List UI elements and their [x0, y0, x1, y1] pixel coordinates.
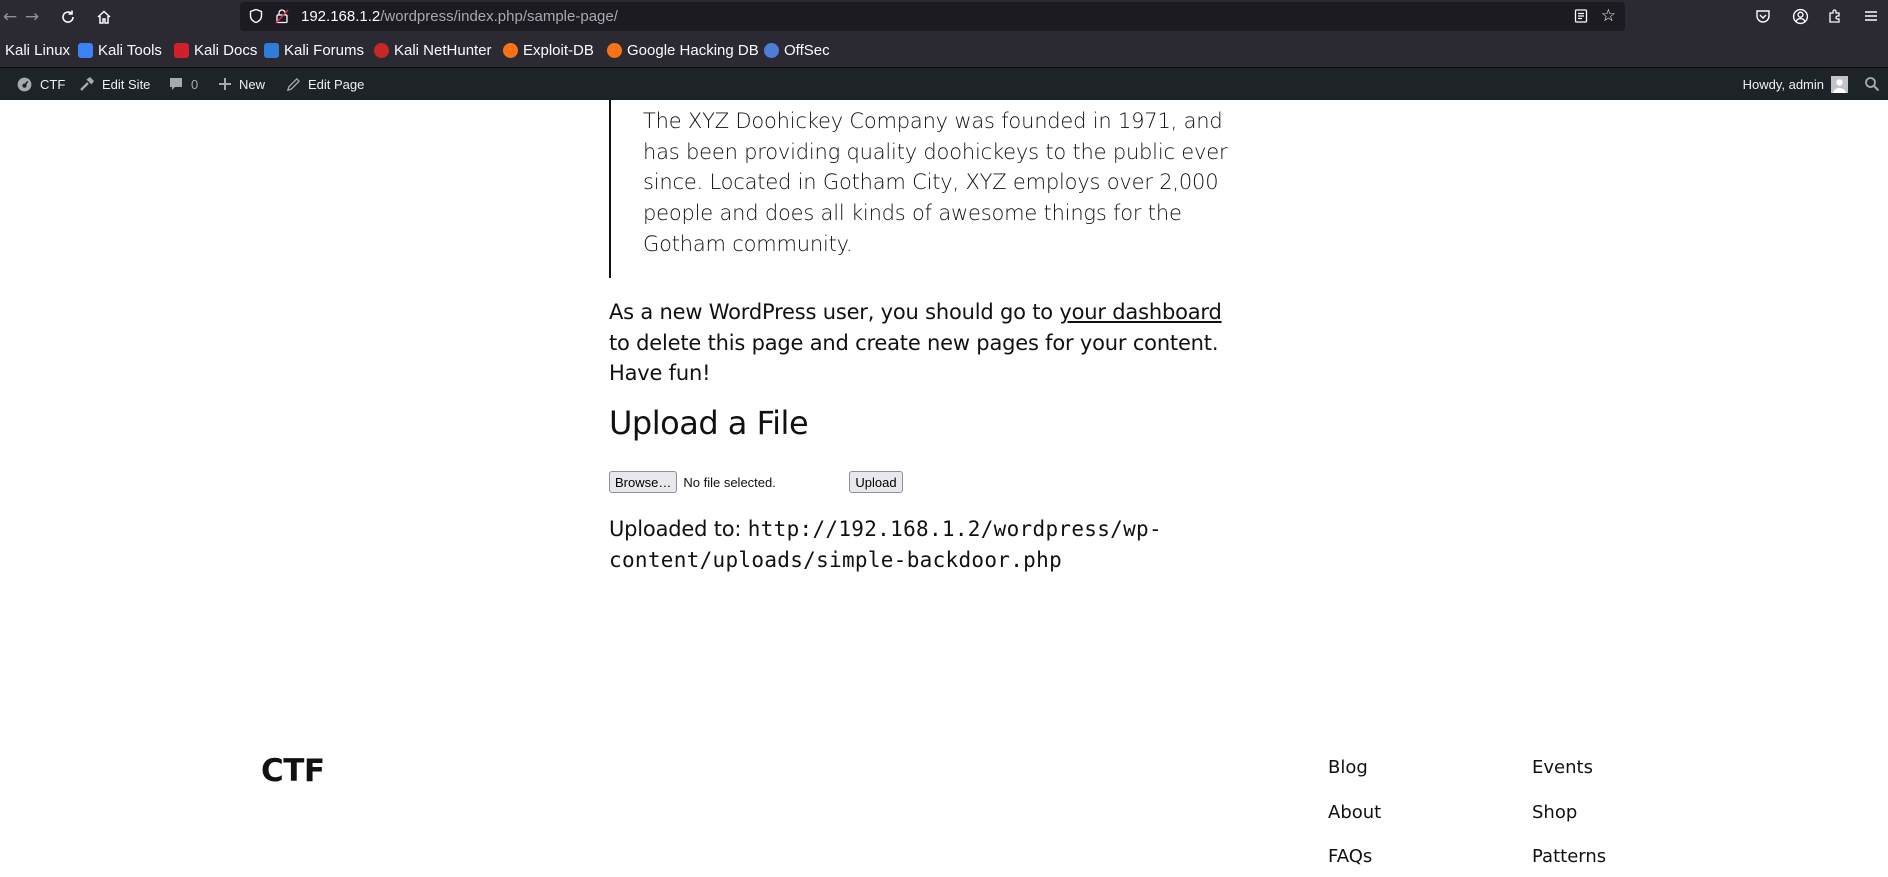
bookmark-label: Kali Forums	[284, 42, 365, 59]
hamburger-menu-icon[interactable]	[1860, 5, 1882, 27]
extensions-icon[interactable]	[1824, 5, 1846, 27]
bookmark-star-icon[interactable]: ☆	[1601, 6, 1616, 26]
reload-icon[interactable]	[54, 3, 82, 31]
bookmark-label: Exploit-DB	[523, 42, 594, 59]
bookmark-kali-forums[interactable]: Kali Forums	[264, 42, 364, 59]
footer-link-about[interactable]: About	[1328, 802, 1381, 823]
comment-bubble-icon	[168, 76, 184, 92]
footer-link-blog[interactable]: Blog	[1328, 757, 1368, 778]
insecure-lock-icon[interactable]	[274, 8, 290, 28]
browse-button[interactable]: Browse…	[609, 471, 678, 493]
new-label: New	[239, 76, 266, 92]
home-icon[interactable]	[90, 3, 118, 31]
footer-link-shop[interactable]: Shop	[1532, 802, 1577, 823]
browser-toolbar: ← → 192.168.1.2/wordpress/index.php/samp…	[0, 0, 1888, 33]
url-text[interactable]: 192.168.1.2/wordpress/index.php/sample-p…	[301, 8, 618, 25]
comments-count: 0	[191, 76, 199, 92]
kali-nethunter-icon	[374, 43, 389, 58]
bookmark-label: Kali Linux	[5, 42, 71, 59]
url-host: 192.168.1.2	[301, 8, 381, 25]
bookmark-exploit-db[interactable]: Exploit-DB	[503, 42, 594, 59]
tracking-shield-icon[interactable]	[248, 8, 264, 28]
bookmark-google-hacking-db[interactable]: Google Hacking DB	[607, 42, 759, 59]
url-bar[interactable]: 192.168.1.2/wordpress/index.php/sample-p…	[240, 2, 1625, 31]
admin-bar-my-account[interactable]: Howdy, admin	[1743, 68, 1848, 100]
bookmark-kali-tools[interactable]: Kali Tools	[78, 42, 162, 59]
admin-bar-edit-site[interactable]: Edit Site	[79, 68, 150, 100]
quote-text: The XYZ Doohickey Company was founded in…	[643, 109, 1228, 256]
admin-bar-search-icon[interactable]	[1864, 68, 1880, 100]
admin-bar-site-name[interactable]: CTF	[16, 68, 65, 100]
wp-admin-bar: CTF Edit Site 0 New Edit Page Howdy, adm…	[0, 68, 1888, 100]
footer-link-faqs[interactable]: FAQs	[1328, 846, 1372, 867]
intro-paragraph: As a new WordPress user, you should go t…	[609, 297, 1229, 389]
para-text-after: to delete this page and create new pages…	[609, 330, 1219, 386]
bookmark-label: OffSec	[784, 42, 830, 59]
kali-docs-icon	[174, 43, 189, 58]
upload-heading: Upload a File	[609, 404, 809, 442]
footer-link-events[interactable]: Events	[1532, 757, 1593, 778]
para-text-before: As a new WordPress user, you should go t…	[609, 300, 1060, 324]
site-name-label: CTF	[40, 76, 66, 92]
pencil-icon	[286, 77, 301, 92]
upload-form: Browse… No file selected. Upload	[609, 471, 903, 493]
bookmark-label: Kali NetHunter	[394, 42, 492, 59]
uploaded-to-line: Uploaded to: http://192.168.1.2/wordpres…	[609, 514, 1249, 576]
footer-site-title[interactable]: CTF	[261, 753, 325, 789]
bookmark-kali-linux[interactable]: Kali Linux	[5, 42, 70, 59]
bookmark-offsec[interactable]: OffSec	[764, 42, 830, 59]
pocket-icon[interactable]	[1752, 5, 1774, 27]
hammer-icon	[79, 76, 95, 92]
bookmark-label: Google Hacking DB	[627, 42, 759, 59]
bookmark-kali-nethunter[interactable]: Kali NetHunter	[374, 42, 492, 59]
footer-link-patterns[interactable]: Patterns	[1532, 846, 1606, 867]
bookmark-kali-docs[interactable]: Kali Docs	[174, 42, 257, 59]
bookmark-label: Kali Docs	[194, 42, 258, 59]
uploaded-label: Uploaded to:	[609, 517, 748, 541]
avatar	[1831, 75, 1848, 93]
edit-site-label: Edit Site	[102, 76, 151, 92]
admin-bar-comments[interactable]: 0	[168, 68, 198, 100]
kali-tools-icon	[78, 43, 93, 58]
exploit-db-icon	[503, 43, 518, 58]
bookmark-label: Kali Tools	[98, 42, 162, 59]
admin-bar-edit-page[interactable]: Edit Page	[286, 68, 364, 100]
page-content: The XYZ Doohickey Company was founded in…	[0, 100, 1888, 877]
dashboard-link[interactable]: your dashboard	[1059, 300, 1221, 324]
upload-button[interactable]: Upload	[849, 471, 903, 493]
reader-view-icon[interactable]	[1573, 8, 1589, 28]
forward-icon[interactable]: →	[18, 3, 46, 31]
dashboard-icon	[16, 76, 33, 93]
google-hacking-db-icon	[607, 43, 622, 58]
plus-icon	[218, 77, 232, 91]
url-path: /wordpress/index.php/sample-page/	[380, 8, 618, 25]
no-file-selected-text: No file selected.	[683, 474, 776, 490]
kali-forums-icon	[264, 43, 279, 58]
account-icon[interactable]	[1789, 5, 1811, 27]
edit-page-label: Edit Page	[308, 76, 365, 92]
bookmarks-toolbar: Kali Linux Kali Tools Kali Docs Kali For…	[0, 33, 1888, 68]
offsec-icon	[764, 43, 779, 58]
admin-bar-new[interactable]: New	[218, 68, 265, 100]
howdy-label: Howdy, admin	[1742, 76, 1824, 92]
blockquote: The XYZ Doohickey Company was founded in…	[609, 100, 1241, 278]
